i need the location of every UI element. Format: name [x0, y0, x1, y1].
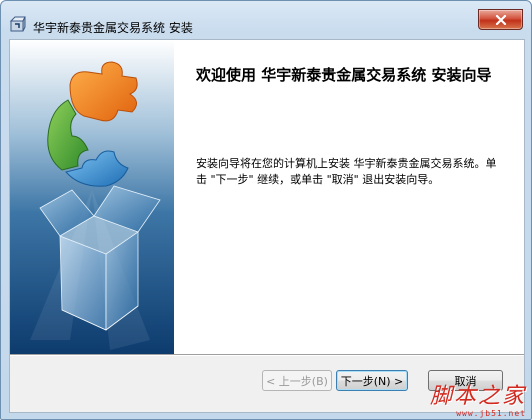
window-title: 华宇新泰贵金属交易系统 安装	[33, 21, 193, 35]
wizard-client-area: 欢迎使用 华宇新泰贵金属交易系统 安装向导 安装向导将在您的计算机上安装 华宇新…	[9, 39, 525, 413]
installer-app-icon	[9, 16, 26, 32]
title-bar[interactable]: 华宇新泰贵金属交易系统 安装	[1, 1, 531, 39]
back-button[interactable]: < 上一步(B)	[262, 370, 332, 391]
button-separator	[10, 354, 524, 356]
puzzle-box-graphic	[10, 40, 174, 354]
cancel-button[interactable]: 取消	[428, 370, 503, 391]
wizard-description: 安装向导将在您的计算机上安装 华宇新泰贵金属交易系统。单击 "下一步" 继续，或…	[196, 157, 497, 186]
close-button[interactable]	[478, 9, 523, 30]
close-icon	[495, 14, 506, 25]
next-button[interactable]: 下一步(N) >	[336, 370, 408, 391]
wizard-side-panel	[10, 40, 174, 354]
installer-window: 华宇新泰贵金属交易系统 安装 欢迎使用 华宇新泰贵金属交易系统 安装向导 安装向…	[0, 0, 532, 420]
wizard-content: 欢迎使用 华宇新泰贵金属交易系统 安装向导 安装向导将在您的计算机上安装 华宇新…	[174, 40, 524, 354]
wizard-heading: 欢迎使用 华宇新泰贵金属交易系统 安装向导	[196, 66, 492, 84]
